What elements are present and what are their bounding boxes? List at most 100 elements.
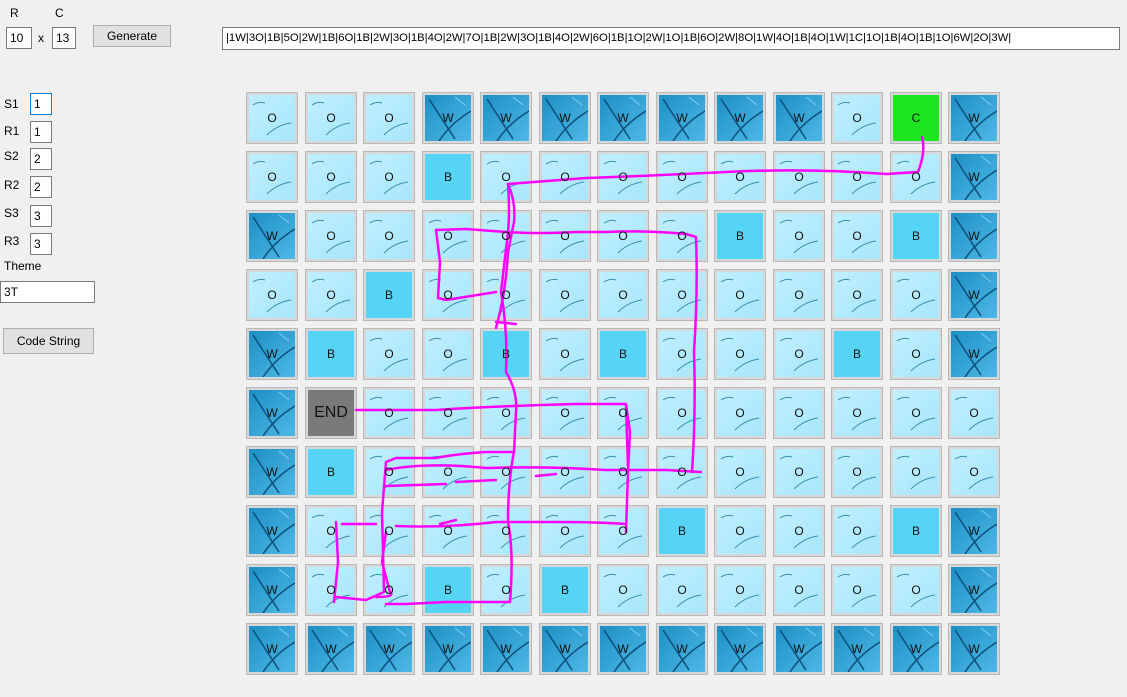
tile-open[interactable]: O	[246, 151, 298, 203]
tile-open[interactable]: O	[656, 564, 708, 616]
tile-open[interactable]: O	[656, 387, 708, 439]
tile-block[interactable]: B	[714, 210, 766, 262]
tile-open[interactable]: O	[831, 564, 883, 616]
tile-open[interactable]: O	[246, 92, 298, 144]
tile-open[interactable]: O	[305, 92, 357, 144]
tile-open[interactable]: O	[480, 210, 532, 262]
cols-input[interactable]: 13	[52, 27, 76, 49]
tile-block[interactable]: B	[656, 505, 708, 557]
tile-wall[interactable]: W	[305, 623, 357, 675]
tile-block[interactable]: B	[305, 328, 357, 380]
tile-open[interactable]: O	[422, 505, 474, 557]
tile-wall[interactable]: W	[773, 623, 825, 675]
tile-open[interactable]: O	[890, 564, 942, 616]
tile-wall[interactable]: W	[948, 92, 1000, 144]
tile-block[interactable]: B	[422, 151, 474, 203]
tile-wall[interactable]: W	[948, 505, 1000, 557]
tile-open[interactable]: O	[480, 446, 532, 498]
r1-input[interactable]: 1	[30, 121, 52, 143]
tile-block[interactable]: B	[597, 328, 649, 380]
tile-open[interactable]: O	[773, 387, 825, 439]
tile-open[interactable]: O	[305, 210, 357, 262]
tile-open[interactable]: O	[597, 387, 649, 439]
tile-open[interactable]: O	[948, 387, 1000, 439]
tile-wall[interactable]: W	[656, 92, 708, 144]
tile-open[interactable]: O	[422, 328, 474, 380]
code-string-field[interactable]: |1W|3O|1B|5O|2W|1B|6O|1B|2W|3O|1B|4O|2W|…	[222, 27, 1120, 50]
tile-open[interactable]: O	[246, 269, 298, 321]
tile-wall[interactable]: W	[246, 623, 298, 675]
tile-open[interactable]: O	[890, 151, 942, 203]
tile-open[interactable]: O	[597, 151, 649, 203]
rows-input[interactable]: 10	[6, 27, 32, 49]
r2-input[interactable]: 2	[30, 176, 52, 198]
tile-open[interactable]: O	[363, 92, 415, 144]
code-string-button[interactable]: Code String	[3, 328, 94, 354]
tile-open[interactable]: O	[714, 564, 766, 616]
tile-wall[interactable]: W	[948, 564, 1000, 616]
tile-open[interactable]: O	[773, 328, 825, 380]
theme-input[interactable]: 3T	[0, 281, 95, 303]
tile-open[interactable]: O	[656, 210, 708, 262]
tile-open[interactable]: O	[597, 269, 649, 321]
tile-wall[interactable]: W	[246, 387, 298, 439]
tile-wall[interactable]: W	[656, 623, 708, 675]
tile-wall[interactable]: W	[773, 92, 825, 144]
s3-input[interactable]: 3	[30, 205, 52, 227]
tile-open[interactable]: O	[539, 387, 591, 439]
tile-open[interactable]: O	[773, 505, 825, 557]
tile-open[interactable]: O	[773, 151, 825, 203]
tile-block[interactable]: B	[890, 505, 942, 557]
tile-open[interactable]: O	[305, 151, 357, 203]
tile-open[interactable]: O	[831, 269, 883, 321]
tile-open[interactable]: O	[656, 446, 708, 498]
tile-wall[interactable]: W	[948, 328, 1000, 380]
tile-open[interactable]: O	[422, 387, 474, 439]
tile-open[interactable]: O	[948, 446, 1000, 498]
tile-block[interactable]: B	[831, 328, 883, 380]
tile-wall[interactable]: W	[539, 92, 591, 144]
tile-wall[interactable]: W	[246, 210, 298, 262]
tile-open[interactable]: O	[831, 92, 883, 144]
tile-open[interactable]: O	[363, 564, 415, 616]
tile-open[interactable]: O	[773, 446, 825, 498]
tile-wall[interactable]: W	[948, 269, 1000, 321]
tile-open[interactable]: O	[714, 387, 766, 439]
tile-open[interactable]: O	[363, 387, 415, 439]
tile-wall[interactable]: W	[948, 623, 1000, 675]
tile-open[interactable]: O	[714, 151, 766, 203]
tile-open[interactable]: O	[363, 328, 415, 380]
tile-open[interactable]: O	[480, 269, 532, 321]
tile-open[interactable]: O	[714, 446, 766, 498]
tile-open[interactable]: O	[539, 269, 591, 321]
tile-block[interactable]: B	[422, 564, 474, 616]
tile-wall[interactable]: W	[597, 92, 649, 144]
tile-start[interactable]: C	[890, 92, 942, 144]
s1-input[interactable]: 1	[30, 93, 52, 115]
tile-open[interactable]: O	[714, 269, 766, 321]
tile-open[interactable]: O	[539, 210, 591, 262]
tile-open[interactable]: O	[656, 269, 708, 321]
tile-wall[interactable]: W	[422, 92, 474, 144]
tile-open[interactable]: O	[422, 210, 474, 262]
tile-open[interactable]: O	[773, 210, 825, 262]
tile-open[interactable]: O	[773, 269, 825, 321]
tile-open[interactable]: O	[305, 564, 357, 616]
generate-button[interactable]: Generate	[93, 25, 171, 47]
tile-open[interactable]: O	[890, 387, 942, 439]
tile-open[interactable]: O	[305, 269, 357, 321]
tile-open[interactable]: O	[597, 564, 649, 616]
tile-open[interactable]: O	[831, 151, 883, 203]
tile-wall[interactable]: W	[363, 623, 415, 675]
tile-open[interactable]: O	[831, 210, 883, 262]
tile-wall[interactable]: W	[948, 151, 1000, 203]
tile-open[interactable]: O	[539, 151, 591, 203]
tile-block[interactable]: B	[890, 210, 942, 262]
tile-wall[interactable]: W	[246, 564, 298, 616]
tile-open[interactable]: O	[480, 387, 532, 439]
tile-open[interactable]: O	[422, 269, 474, 321]
tile-block[interactable]: B	[480, 328, 532, 380]
tile-open[interactable]: O	[773, 564, 825, 616]
tile-wall[interactable]: W	[890, 623, 942, 675]
tile-wall[interactable]: W	[597, 623, 649, 675]
